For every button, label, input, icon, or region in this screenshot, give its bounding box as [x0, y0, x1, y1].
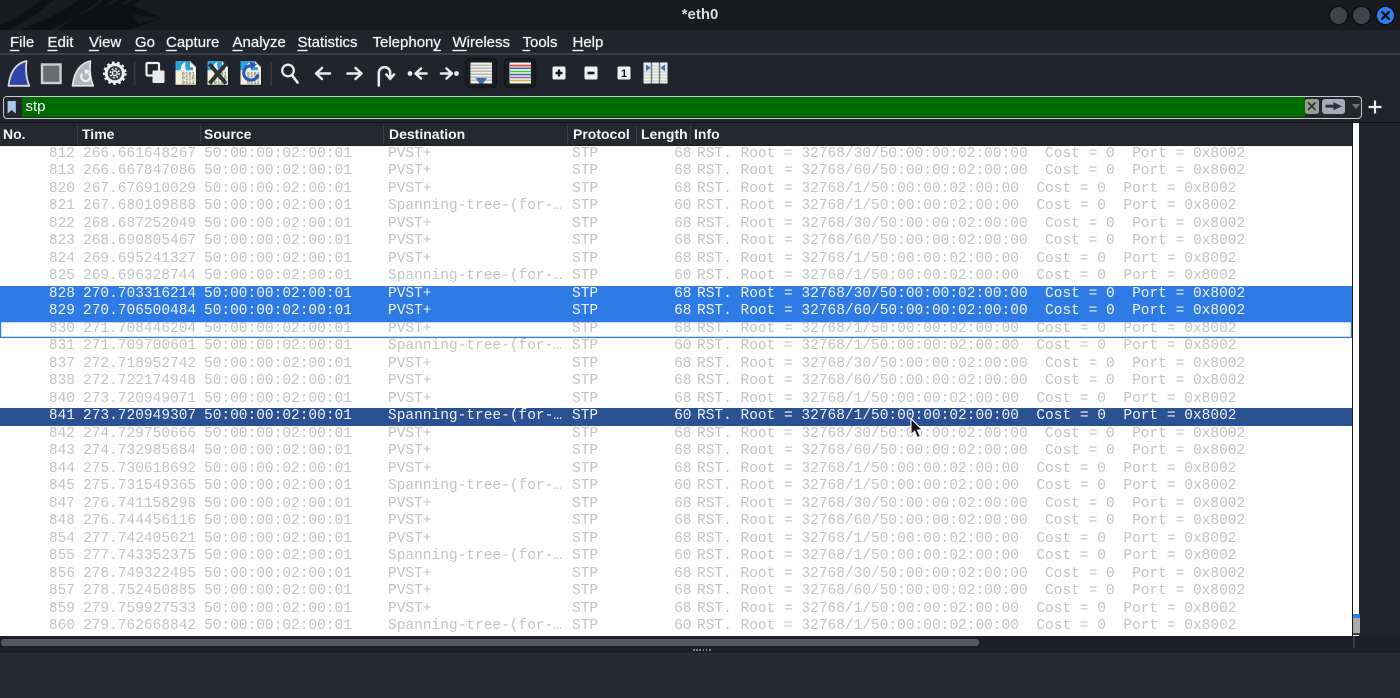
- svg-text:0111: 0111: [182, 80, 195, 86]
- svg-text:1: 1: [621, 68, 627, 80]
